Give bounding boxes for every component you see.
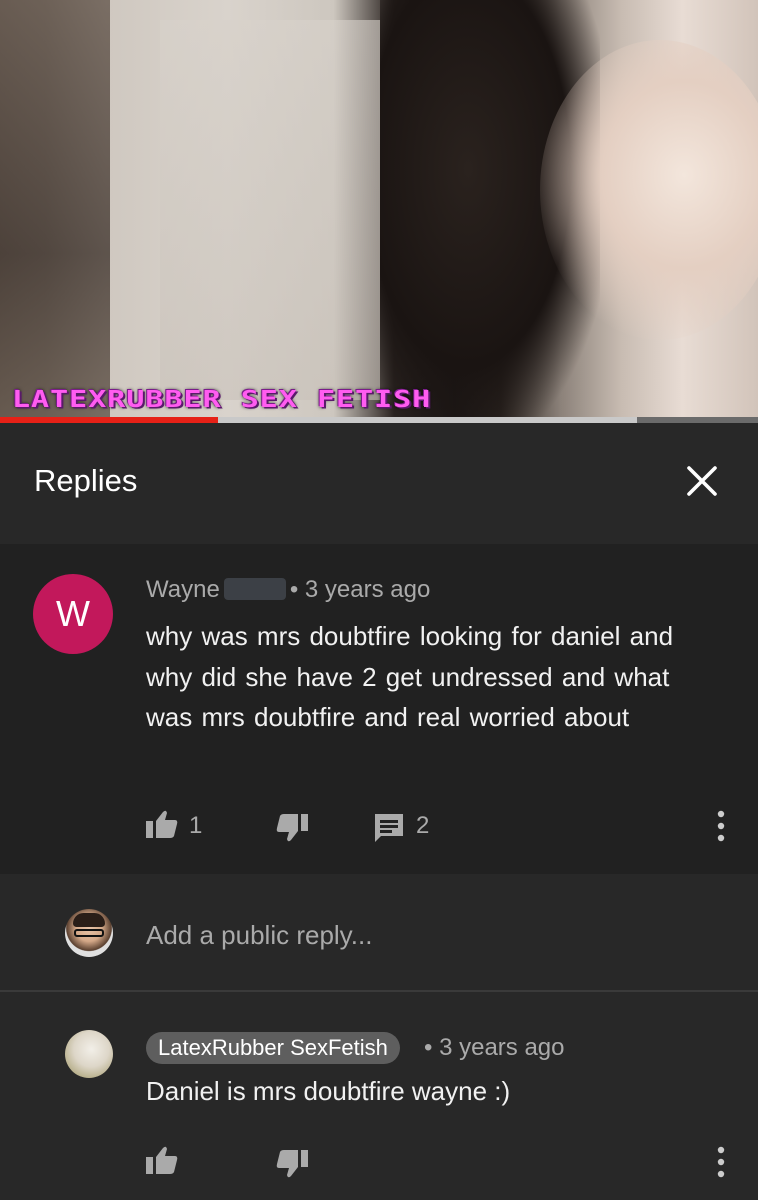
reply-input[interactable]: Add a public reply... [146, 920, 372, 951]
more-vert-icon [717, 1146, 725, 1178]
add-reply-row [0, 874, 758, 990]
comment-text: why was mrs doubtfire looking for daniel… [146, 621, 674, 732]
reply-avatar[interactable] [65, 1030, 113, 1078]
redacted-surname [223, 577, 286, 600]
comment-time[interactable]: 3 years ago [305, 576, 430, 603]
thumbs-down-icon [276, 1150, 308, 1178]
comment-author[interactable]: Wayne [146, 576, 220, 603]
close-icon [687, 466, 717, 496]
panel-title: Replies [34, 463, 138, 498]
reply-count: 2 [416, 812, 430, 839]
video-frame-left [0, 0, 110, 423]
reply-time[interactable]: • 3 years ago [424, 1034, 565, 1062]
video-frame-wall [160, 20, 380, 400]
reply-author-chip[interactable]: LatexRubber SexFetish [146, 1032, 400, 1064]
more-vert-icon [717, 810, 725, 842]
replies-header: Replies [0, 423, 758, 544]
video-player[interactable]: LATEXRUBBER SEX FETISH [0, 0, 758, 423]
reply-button[interactable] [373, 812, 405, 849]
video-watermark: LATEXRUBBER SEX FETISH [12, 385, 432, 414]
reply-text: Daniel is mrs doubtfire wayne :) [146, 1076, 511, 1106]
comment-avatar[interactable]: W [33, 574, 113, 654]
thumbs-down-icon [276, 814, 308, 842]
reply-like-button[interactable] [145, 1145, 179, 1180]
meta-separator: • [289, 576, 305, 603]
comment-more-button[interactable] [714, 809, 728, 848]
thumbs-up-icon [146, 1146, 178, 1174]
reply-dislike-button[interactable] [275, 1149, 309, 1184]
dislike-button[interactable] [275, 813, 309, 848]
comment-icon [375, 814, 403, 842]
close-button[interactable] [680, 459, 724, 503]
like-count: 1 [189, 812, 203, 839]
reply-more-button[interactable] [714, 1145, 728, 1184]
reply-time-text: 3 years ago [439, 1034, 565, 1061]
thumbs-up-icon [146, 810, 178, 838]
like-button[interactable] [145, 809, 179, 844]
comment-meta: Wayne • 3 years ago [146, 576, 430, 604]
user-avatar [65, 909, 113, 957]
